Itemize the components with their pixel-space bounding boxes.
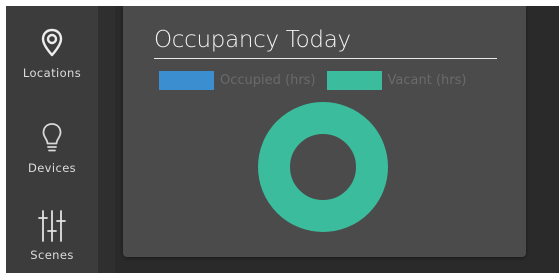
donut-slice-vacant-hrs[interactable] bbox=[258, 102, 388, 232]
location-pin-icon bbox=[41, 28, 63, 57]
sidebar: Locations Devices Scenes bbox=[6, 6, 98, 273]
chart-legend: Occupied (hrs) Vacant (hrs) bbox=[159, 70, 477, 90]
legend-swatch-occupied bbox=[159, 70, 214, 90]
legend-item-occupied[interactable]: Occupied (hrs) bbox=[159, 70, 316, 90]
sidebar-item-label: Devices bbox=[27, 161, 77, 175]
title-divider bbox=[154, 58, 497, 59]
page-title: Occupancy Today bbox=[154, 27, 351, 53]
occupancy-donut-chart bbox=[258, 102, 388, 232]
lightbulb-icon bbox=[42, 123, 62, 152]
sidebar-item-devices[interactable]: Devices bbox=[6, 119, 98, 175]
legend-label-vacant: Vacant (hrs) bbox=[387, 72, 467, 88]
sliders-icon bbox=[38, 210, 66, 242]
legend-item-vacant[interactable]: Vacant (hrs) bbox=[326, 70, 467, 90]
app-frame: Locations Devices Scenes Occupancy Today… bbox=[6, 6, 559, 273]
sidebar-item-scenes[interactable]: Scenes bbox=[6, 206, 98, 262]
sidebar-gutter bbox=[98, 6, 115, 273]
sidebar-item-locations[interactable]: Locations bbox=[6, 24, 98, 80]
legend-swatch-vacant bbox=[326, 70, 382, 90]
sidebar-item-label: Scenes bbox=[30, 248, 74, 262]
legend-label-occupied: Occupied (hrs) bbox=[220, 72, 316, 88]
occupancy-card: Occupancy Today Occupied (hrs) Vacant (h… bbox=[123, 6, 526, 257]
sidebar-item-label: Locations bbox=[22, 66, 82, 80]
